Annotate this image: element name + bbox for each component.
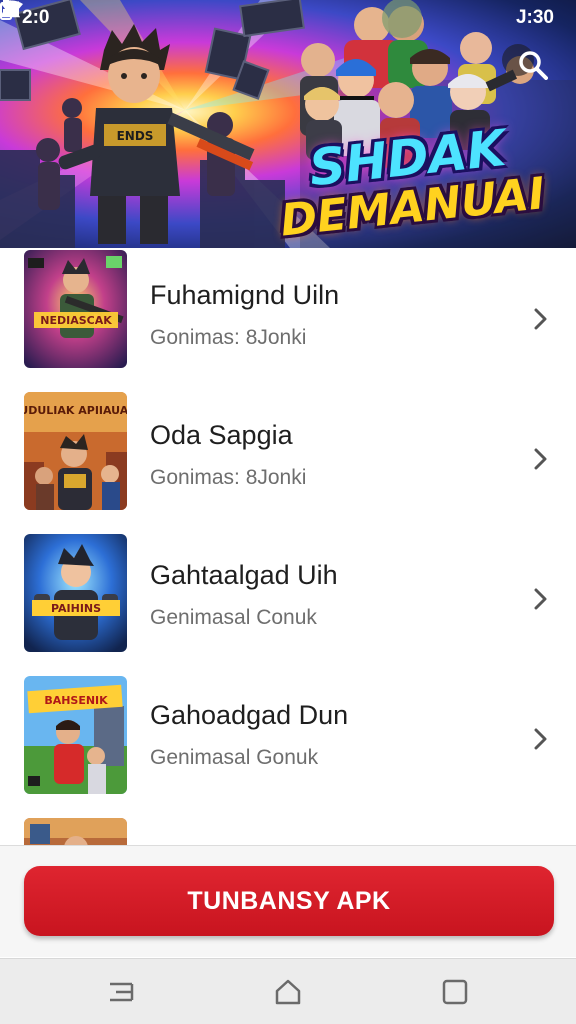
game-subtitle: Gonimas: 8Jonki xyxy=(150,466,307,489)
search-icon xyxy=(519,51,548,80)
list-item[interactable]: NEDIASCAK Fuhamignd Uiln Gonimas: 8Jonki xyxy=(0,250,576,380)
game-thumbnail: NEDIASCAK xyxy=(24,250,127,368)
chevron-right-icon xyxy=(530,584,552,614)
menu-button[interactable] xyxy=(106,977,136,1007)
game-title: Oda Sapgia xyxy=(150,420,293,450)
chevron-right-icon xyxy=(530,304,552,334)
status-bar: 2:0 J:30 xyxy=(0,0,576,36)
list-item[interactable]: BAHSENIK Gahoadgad Dun Genimasal Gonuk xyxy=(0,676,576,806)
cta-bar: TUNBANSY APK xyxy=(0,845,576,957)
thumbnail-caption: BAHSENIK xyxy=(44,694,108,707)
hero-banner: ENDS 2:0 J:30 SHDAK DEMANUAI xyxy=(0,0,576,248)
game-thumbnail: BAHSENIK xyxy=(24,676,127,794)
recents-button[interactable] xyxy=(440,977,470,1007)
svg-text:ENDS: ENDS xyxy=(117,129,154,143)
game-list: NEDIASCAK Fuhamignd Uiln Gonimas: 8Jonki… xyxy=(0,248,576,845)
chevron-right-icon xyxy=(530,444,552,474)
game-thumbnail xyxy=(24,818,127,845)
game-thumbnail: PAIHINS xyxy=(24,534,127,652)
game-thumbnail: JUDULIAK APIIAUAK xyxy=(24,392,127,510)
thumbnail-caption: NEDIASCAK xyxy=(40,314,112,327)
thumbnail-caption: JUDULIAK APIIAUAK xyxy=(24,404,127,417)
list-item[interactable] xyxy=(0,818,576,845)
list-item[interactable]: PAIHINS Gahtaalgad Uih Genimasal Conuk xyxy=(0,534,576,664)
game-subtitle: Genimasal Conuk xyxy=(150,606,317,629)
game-title: Fuhamignd Uiln xyxy=(150,280,340,310)
search-button[interactable] xyxy=(518,50,558,90)
chevron-right-icon xyxy=(530,724,552,754)
game-title: Gahoadgad Dun xyxy=(150,700,349,730)
system-navigation-bar xyxy=(0,958,576,1024)
status-time-left: 2:0 xyxy=(22,7,50,28)
recents-icon xyxy=(442,979,468,1005)
game-subtitle: Genimasal Gonuk xyxy=(150,746,319,769)
status-time-right: J:30 xyxy=(515,7,554,28)
game-title: Gahtaalgad Uih xyxy=(150,560,338,590)
thumbnail-caption: PAIHINS xyxy=(51,602,101,615)
list-item[interactable]: JUDULIAK APIIAUAK Oda Sapgia Gonimas: 8J… xyxy=(0,392,576,522)
game-subtitle: Gonimas: 8Jonki xyxy=(150,326,307,349)
menu-icon xyxy=(110,982,134,1002)
home-icon xyxy=(275,979,301,1005)
home-button[interactable] xyxy=(273,977,303,1007)
download-apk-button[interactable]: TUNBANSY APK xyxy=(24,866,554,936)
